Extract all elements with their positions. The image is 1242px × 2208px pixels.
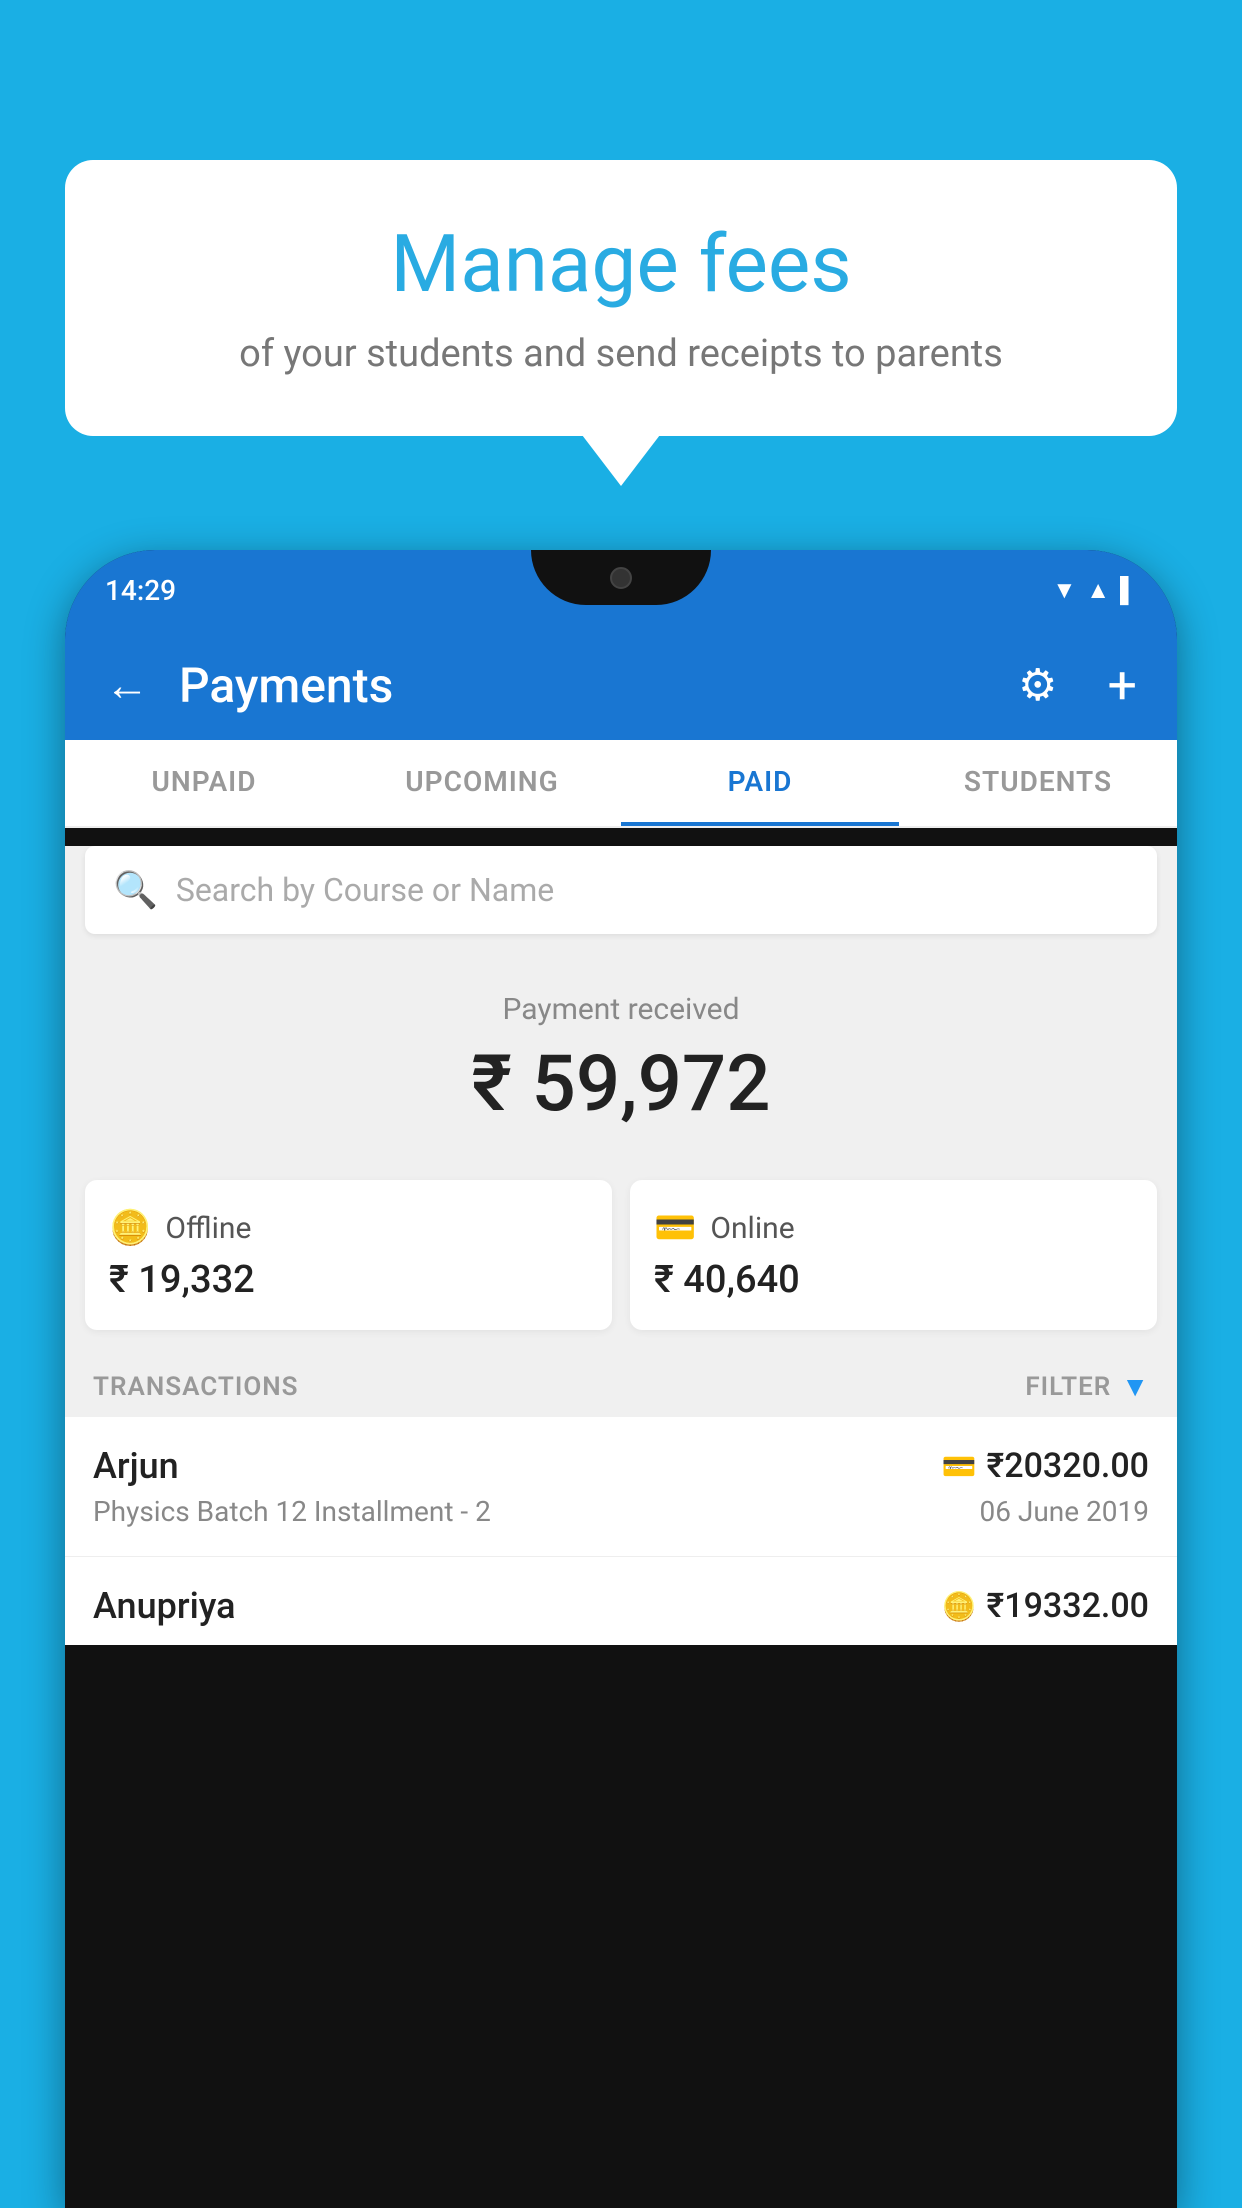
search-icon: 🔍 bbox=[113, 869, 158, 911]
phone-frame: 14:29 ▼ ▲ ▌ ← Payments ⚙ + UNPAID UPCOMI… bbox=[65, 550, 1177, 2208]
status-icons: ▼ ▲ ▌ bbox=[1052, 576, 1137, 605]
payment-received-label: Payment received bbox=[65, 992, 1177, 1027]
tab-unpaid[interactable]: UNPAID bbox=[65, 740, 343, 826]
transaction-name: Arjun bbox=[93, 1445, 179, 1487]
payment-cards-row: 🪙 Offline ₹ 19,332 💳 Online ₹ 40,640 bbox=[65, 1160, 1177, 1350]
transactions-header: TRANSACTIONS FILTER ▼ bbox=[65, 1350, 1177, 1417]
payment-received-section: Payment received ₹ 59,972 bbox=[65, 952, 1177, 1160]
transaction-date: 06 June 2019 bbox=[979, 1495, 1149, 1528]
tabs-bar: UNPAID UPCOMING PAID STUDENTS bbox=[65, 740, 1177, 828]
back-button[interactable]: ← bbox=[105, 659, 149, 711]
transaction-name: Anupriya bbox=[93, 1585, 236, 1627]
offline-label: Offline bbox=[165, 1211, 251, 1246]
wifi-icon: ▼ bbox=[1052, 576, 1076, 605]
transaction-top-partial: Anupriya 🪙 ₹19332.00 bbox=[93, 1585, 1149, 1627]
offline-amount: ₹ 19,332 bbox=[109, 1258, 588, 1302]
search-bar[interactable]: 🔍 Search by Course or Name bbox=[85, 846, 1157, 934]
payment-received-amount: ₹ 59,972 bbox=[65, 1039, 1177, 1130]
offline-icon: 🪙 bbox=[109, 1208, 151, 1248]
transaction-row[interactable]: Anupriya 🪙 ₹19332.00 bbox=[65, 1557, 1177, 1645]
transaction-top: Arjun 💳 ₹20320.00 bbox=[93, 1445, 1149, 1487]
online-card-header: 💳 Online bbox=[654, 1208, 1133, 1248]
filter-icon: ▼ bbox=[1121, 1370, 1149, 1403]
phone-notch bbox=[531, 550, 711, 605]
settings-button[interactable]: ⚙ bbox=[1018, 659, 1057, 711]
filter-section[interactable]: FILTER ▼ bbox=[1025, 1370, 1149, 1403]
transaction-course: Physics Batch 12 Installment - 2 bbox=[93, 1495, 491, 1528]
transaction-row[interactable]: Arjun 💳 ₹20320.00 Physics Batch 12 Insta… bbox=[65, 1417, 1177, 1557]
filter-label: FILTER bbox=[1025, 1372, 1111, 1402]
page-title: Payments bbox=[179, 657, 988, 714]
online-label: Online bbox=[710, 1211, 794, 1246]
online-amount: ₹ 40,640 bbox=[654, 1258, 1133, 1302]
transaction-amount-row: 💳 ₹20320.00 bbox=[942, 1446, 1149, 1486]
tab-upcoming[interactable]: UPCOMING bbox=[343, 740, 621, 826]
offline-card-header: 🪙 Offline bbox=[109, 1208, 588, 1248]
content-area: 🔍 Search by Course or Name Payment recei… bbox=[65, 846, 1177, 1645]
transactions-label: TRANSACTIONS bbox=[93, 1372, 299, 1402]
offline-card: 🪙 Offline ₹ 19,332 bbox=[85, 1180, 612, 1330]
online-icon: 💳 bbox=[654, 1208, 696, 1248]
camera bbox=[610, 567, 632, 589]
online-card: 💳 Online ₹ 40,640 bbox=[630, 1180, 1157, 1330]
transaction-bottom: Physics Batch 12 Installment - 2 06 June… bbox=[93, 1495, 1149, 1528]
speech-bubble: Manage fees of your students and send re… bbox=[65, 160, 1177, 436]
app-header: ← Payments ⚙ + bbox=[65, 630, 1177, 740]
transaction-amount-row: 🪙 ₹19332.00 bbox=[942, 1586, 1149, 1626]
transaction-type-icon: 🪙 bbox=[942, 1590, 977, 1623]
status-bar: 14:29 ▼ ▲ ▌ bbox=[65, 550, 1177, 630]
add-button[interactable]: + bbox=[1107, 655, 1137, 716]
bubble-title: Manage fees bbox=[115, 220, 1127, 308]
search-input[interactable]: Search by Course or Name bbox=[176, 871, 554, 909]
tab-students[interactable]: STUDENTS bbox=[899, 740, 1177, 826]
signal-icon: ▲ bbox=[1086, 576, 1110, 605]
transaction-amount: ₹20320.00 bbox=[987, 1446, 1149, 1486]
status-time: 14:29 bbox=[105, 574, 176, 607]
bubble-subtitle: of your students and send receipts to pa… bbox=[115, 332, 1127, 376]
transaction-amount: ₹19332.00 bbox=[987, 1586, 1149, 1626]
battery-icon: ▌ bbox=[1120, 576, 1137, 605]
tab-paid[interactable]: PAID bbox=[621, 740, 899, 826]
transaction-type-icon: 💳 bbox=[942, 1450, 977, 1483]
